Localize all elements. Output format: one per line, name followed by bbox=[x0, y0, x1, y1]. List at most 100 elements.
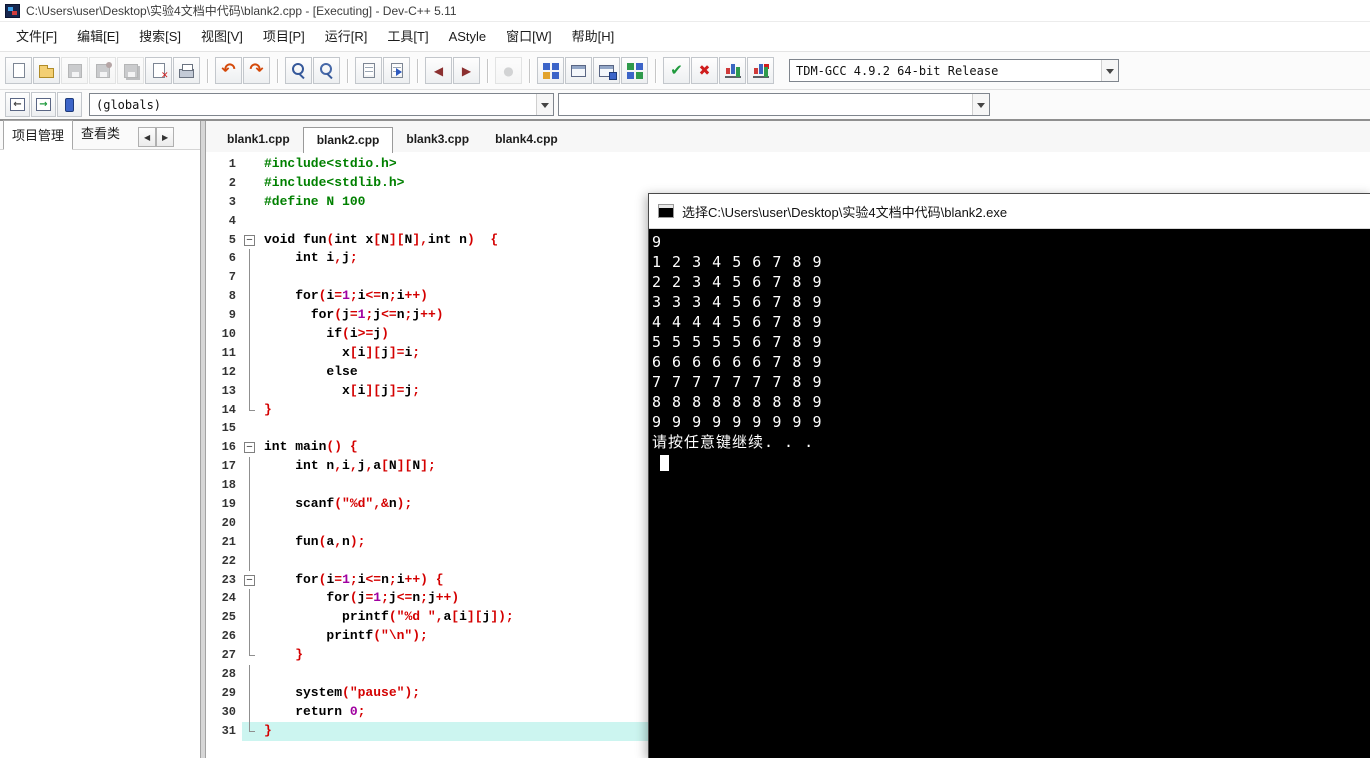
line-number: 7 bbox=[206, 268, 242, 288]
console-line: 9 9 9 9 9 9 9 9 9 bbox=[652, 413, 823, 431]
fold-margin bbox=[242, 381, 258, 401]
fold-margin bbox=[242, 476, 258, 496]
editor-line[interactable]: 2 #include<stdlib.h> bbox=[206, 173, 1370, 193]
chevron-down-icon bbox=[536, 94, 553, 115]
chevron-down-icon bbox=[972, 94, 989, 115]
menu-item[interactable]: 运行[R] bbox=[315, 22, 378, 52]
line-number: 29 bbox=[206, 683, 242, 703]
fold-margin[interactable]: − bbox=[242, 571, 258, 590]
profile-button[interactable] bbox=[719, 57, 746, 84]
fold-end bbox=[249, 400, 255, 411]
fold-line bbox=[249, 381, 250, 401]
stop-execution-button[interactable]: ✖ bbox=[691, 57, 718, 84]
console-line: 9 bbox=[652, 233, 663, 251]
nav-window-back-button[interactable]: ← bbox=[5, 92, 30, 117]
left-tab[interactable]: 项目管理 bbox=[3, 120, 74, 150]
code-text: x[i][j]=i; bbox=[264, 344, 421, 360]
save-icon bbox=[67, 63, 82, 78]
nav-window-back-icon: ← bbox=[10, 98, 25, 111]
globals-select[interactable]: (globals) bbox=[89, 93, 554, 116]
code-text: #include<stdio.h> bbox=[264, 156, 397, 171]
menu-item[interactable]: 编辑[E] bbox=[67, 22, 129, 52]
find-in-files-button[interactable] bbox=[313, 57, 340, 84]
undo-button[interactable]: ↶ bbox=[215, 57, 242, 84]
menu-item[interactable]: 视图[V] bbox=[191, 22, 253, 52]
fold-collapse-icon[interactable]: − bbox=[244, 574, 255, 586]
open-button[interactable] bbox=[33, 57, 60, 84]
redo-button[interactable]: ↷ bbox=[243, 57, 270, 84]
fold-margin bbox=[242, 608, 258, 628]
left-panel-tabs: 项目管理 查看类 ◀ ▶ bbox=[0, 119, 200, 150]
nav-window-forward-button[interactable]: → bbox=[31, 92, 56, 117]
debug-icon: ✔ bbox=[670, 61, 683, 79]
rebuild-all-icon bbox=[627, 63, 634, 70]
line-number: 17 bbox=[206, 457, 242, 477]
menu-bar: 文件[F] 编辑[E] 搜索[S] 视图[V] 项目[P] 运行[R] 工具[T] AStyl… bbox=[0, 22, 1370, 52]
menu-item[interactable]: 窗口[W] bbox=[496, 22, 562, 52]
bookmarks-button[interactable] bbox=[57, 92, 82, 117]
save-button bbox=[61, 57, 88, 84]
compile-run-button[interactable] bbox=[593, 57, 620, 84]
new-file-button[interactable] bbox=[5, 57, 32, 84]
console-window[interactable]: 选择C:\Users\user\Desktop\实验4文档中代码\blank2.… bbox=[648, 193, 1370, 758]
replace-button[interactable] bbox=[355, 57, 382, 84]
nav-forward-button[interactable]: ▶ bbox=[453, 57, 480, 84]
editor-line[interactable]: 1 #include<stdio.h> bbox=[206, 155, 1370, 174]
console-title: 选择C:\Users\user\Desktop\实验4文档中代码\blank2.… bbox=[682, 204, 1008, 220]
goto-line-button[interactable] bbox=[383, 57, 410, 84]
toolbar-secondary: ← → (globals) bbox=[0, 90, 1370, 121]
run-icon bbox=[571, 64, 586, 77]
menu-item[interactable]: AStyle bbox=[439, 22, 497, 52]
close-button[interactable] bbox=[145, 57, 172, 84]
left-tab[interactable]: 查看类 bbox=[73, 119, 128, 149]
run-button[interactable] bbox=[565, 57, 592, 84]
fold-line bbox=[249, 268, 250, 288]
fold-margin[interactable]: − bbox=[242, 231, 258, 250]
find-in-files-icon bbox=[318, 62, 335, 79]
save-all-icon bbox=[123, 63, 138, 78]
pause-icon: ● bbox=[503, 63, 514, 78]
editor-tab[interactable]: blank3.cpp bbox=[393, 127, 482, 152]
code-text: int i,j; bbox=[295, 250, 358, 266]
nav-back-button[interactable]: ◀ bbox=[425, 57, 452, 84]
members-select[interactable] bbox=[558, 93, 990, 116]
fold-margin[interactable]: − bbox=[242, 438, 258, 457]
menu-item[interactable]: 项目[P] bbox=[253, 22, 315, 52]
editor-tab[interactable]: blank4.cpp bbox=[482, 127, 571, 152]
menu-item[interactable]: 搜索[S] bbox=[129, 22, 191, 52]
code-text: system("pause"); bbox=[264, 684, 421, 700]
compiler-select[interactable]: TDM-GCC 4.9.2 64-bit Release bbox=[789, 59, 1119, 82]
project-tree[interactable] bbox=[0, 150, 200, 758]
console-title-bar[interactable]: 选择C:\Users\user\Desktop\实验4文档中代码\blank2.… bbox=[649, 194, 1370, 229]
menu-item[interactable]: 帮助[H] bbox=[562, 22, 625, 52]
fold-collapse-icon[interactable]: − bbox=[244, 234, 255, 246]
console-line: 1 2 3 4 5 6 7 8 9 bbox=[652, 253, 823, 271]
menu-item[interactable]: 工具[T] bbox=[377, 22, 438, 52]
compile-button[interactable] bbox=[537, 57, 564, 84]
redo-icon: ↷ bbox=[249, 60, 264, 80]
console-body[interactable]: 9 1 2 3 4 5 6 7 8 9 2 2 3 4 5 6 7 8 9 3 3 3… bbox=[649, 229, 1370, 758]
tab-scroll-left-button[interactable]: ◀ bbox=[138, 127, 157, 147]
fold-line bbox=[249, 343, 250, 363]
rebuild-all-button[interactable] bbox=[621, 57, 648, 84]
tab-scroll-right-button[interactable]: ▶ bbox=[156, 127, 175, 147]
delete-profiling-button[interactable] bbox=[747, 57, 774, 84]
menu-item[interactable]: 文件[F] bbox=[6, 22, 67, 52]
toolbar-separator bbox=[417, 58, 419, 83]
code-text: return 0; bbox=[295, 703, 366, 719]
editor-tab[interactable]: blank2.cpp bbox=[302, 127, 394, 153]
line-number: 22 bbox=[206, 551, 242, 571]
fold-line bbox=[249, 551, 250, 571]
left-tab-list: 项目管理 查看类 bbox=[3, 119, 128, 150]
debug-button[interactable]: ✔ bbox=[663, 57, 690, 84]
find-button[interactable] bbox=[285, 57, 312, 84]
console-line: 请按任意键继续. . . bbox=[652, 433, 815, 451]
print-button[interactable] bbox=[173, 57, 200, 84]
fold-line bbox=[249, 589, 250, 609]
fold-collapse-icon[interactable]: − bbox=[244, 442, 255, 454]
editor-tab[interactable]: blank1.cpp bbox=[214, 127, 303, 152]
